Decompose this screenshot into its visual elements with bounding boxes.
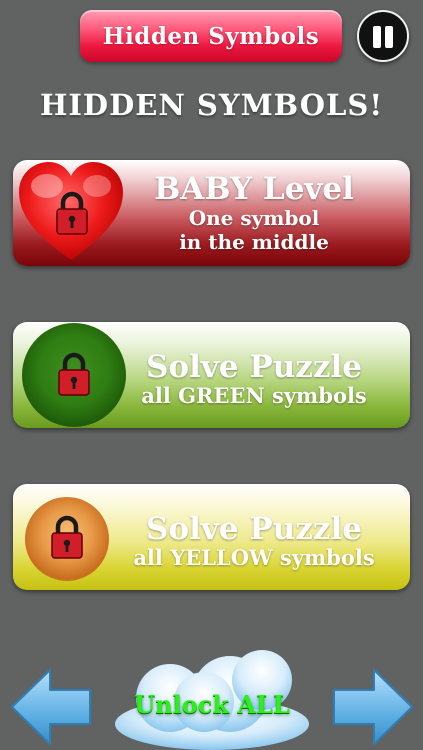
pause-icon-bar: [385, 26, 393, 48]
level-subtitle-line1: all GREEN symbols: [141, 383, 367, 408]
lock-icon: [56, 191, 88, 235]
pause-icon: [373, 26, 381, 48]
level-button-baby[interactable]: BABY Level One symbol in the middle: [13, 160, 410, 266]
unlock-all-button[interactable]: Unlock ALL: [112, 690, 312, 719]
level-title: Solve Puzzle: [146, 511, 362, 547]
left-arrow-icon[interactable]: [10, 668, 92, 746]
level-title: Solve Puzzle: [146, 349, 362, 385]
level-title: BABY Level: [154, 171, 354, 207]
title-label: Hidden Symbols: [102, 22, 320, 50]
page-heading: HIDDEN SYMBOLS!: [39, 88, 384, 122]
level-subtitle-line1: all YELLOW symbols: [133, 545, 375, 570]
right-arrow-icon[interactable]: [332, 668, 414, 746]
lock-icon: [58, 352, 90, 396]
level-button-yellow[interactable]: Solve Puzzle all YELLOW symbols: [13, 484, 410, 590]
level-subtitle-line1: One symbol: [188, 206, 320, 230]
title-button[interactable]: Hidden Symbols: [80, 10, 342, 62]
level-subtitle-line2: in the middle: [179, 230, 329, 254]
lock-icon: [51, 515, 83, 559]
level-button-green[interactable]: Solve Puzzle all GREEN symbols: [13, 322, 410, 428]
yellow-orb-icon: [25, 497, 109, 581]
pause-button[interactable]: [357, 10, 409, 62]
